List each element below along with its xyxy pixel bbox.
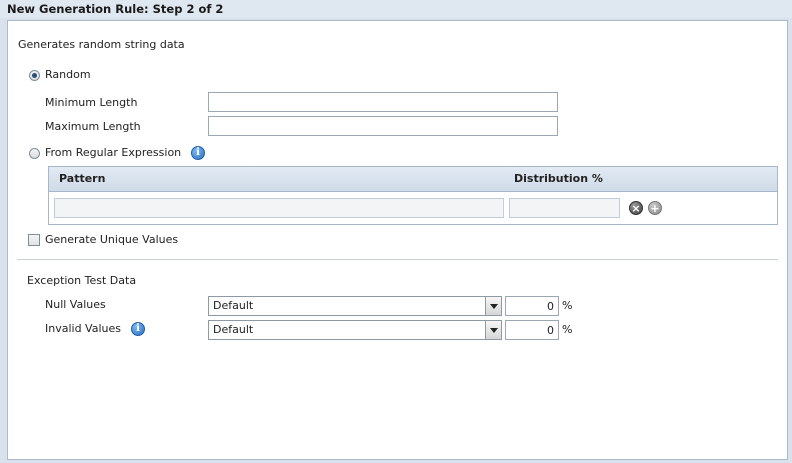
pattern-grid: Pattern Distribution % × +: [48, 166, 778, 225]
invalid-values-selected: Default: [213, 323, 254, 336]
remove-row-icon[interactable]: ×: [629, 201, 643, 215]
minimum-length-input[interactable]: [208, 92, 558, 112]
rule-description: Generates random string data: [18, 38, 185, 51]
dialog-title: New Generation Rule: Step 2 of 2: [0, 0, 792, 18]
pattern-grid-header: Pattern Distribution %: [49, 167, 777, 192]
generate-unique-label[interactable]: Generate Unique Values: [45, 233, 178, 247]
info-icon[interactable]: i: [131, 322, 145, 336]
section-divider: [17, 259, 778, 260]
invalid-values-percent-input[interactable]: [505, 320, 559, 340]
pattern-input[interactable]: [54, 198, 504, 218]
null-values-selected: Default: [213, 299, 254, 312]
distribution-column-header: Distribution %: [514, 172, 603, 185]
regular-expression-radio[interactable]: [29, 148, 40, 159]
distribution-input[interactable]: [509, 198, 620, 218]
null-values-label: Null Values: [45, 298, 106, 311]
null-values-percent-unit: %: [562, 299, 573, 312]
maximum-length-input[interactable]: [208, 116, 558, 136]
minimum-length-label: Minimum Length: [45, 96, 138, 109]
random-radio-label[interactable]: Random: [45, 68, 91, 82]
rule-settings-panel: Generates random string data Random Mini…: [7, 20, 788, 460]
null-values-percent-input[interactable]: [505, 296, 559, 316]
exception-heading: Exception Test Data: [27, 274, 137, 287]
regular-expression-radio-label[interactable]: From Regular Expression: [45, 146, 181, 160]
chevron-down-icon[interactable]: [485, 297, 501, 315]
info-icon[interactable]: i: [191, 146, 205, 160]
pattern-column-header: Pattern: [59, 172, 106, 185]
maximum-length-label: Maximum Length: [45, 120, 141, 133]
random-radio[interactable]: [29, 70, 40, 81]
generate-unique-checkbox[interactable]: [28, 234, 40, 246]
invalid-values-percent-unit: %: [562, 323, 573, 336]
chevron-down-icon[interactable]: [485, 321, 501, 339]
invalid-values-select[interactable]: Default: [208, 320, 502, 340]
null-values-select[interactable]: Default: [208, 296, 502, 316]
invalid-values-label: Invalid Values: [45, 322, 121, 335]
add-row-icon[interactable]: +: [648, 201, 662, 215]
